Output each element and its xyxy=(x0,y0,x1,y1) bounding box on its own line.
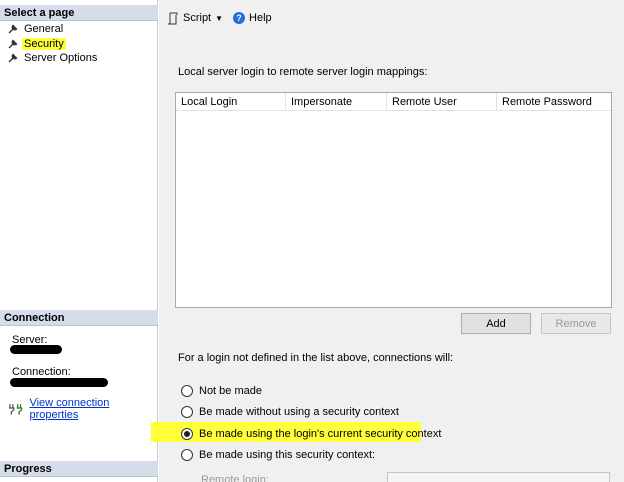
page-item-security[interactable]: Security xyxy=(8,37,66,51)
connection-label: Connection: xyxy=(12,366,71,378)
radio-not-be-made[interactable]: Not be made xyxy=(181,383,262,399)
column-header-remote-password[interactable]: Remote Password xyxy=(497,93,611,110)
help-button[interactable]: ? Help xyxy=(233,12,272,24)
remote-login-label: Remote login: xyxy=(201,474,269,482)
redacted-connection-name xyxy=(10,378,108,387)
left-panel: Select a page General Security Server Op… xyxy=(0,0,158,482)
grid-header: Local Login Impersonate Remote User Remo… xyxy=(176,93,611,111)
page-item-label: General xyxy=(24,23,64,35)
radio-label: Be made using the login's current securi… xyxy=(199,428,442,440)
column-header-remote-user[interactable]: Remote User xyxy=(387,93,497,110)
undefined-logins-label: For a login not defined in the list abov… xyxy=(178,352,454,364)
wrench-icon xyxy=(8,53,18,63)
script-icon xyxy=(168,12,178,24)
remote-login-input[interactable] xyxy=(387,472,610,482)
script-button[interactable]: Script ▼ xyxy=(167,12,223,25)
column-header-local-login[interactable]: Local Login xyxy=(176,93,286,110)
script-label: Script xyxy=(183,12,212,24)
wrench-icon xyxy=(8,39,18,49)
wrench-icon xyxy=(8,24,18,34)
radio-label: Not be made xyxy=(199,385,262,397)
page-item-label: Security xyxy=(22,38,66,50)
radio-button[interactable] xyxy=(181,428,193,440)
radio-button[interactable] xyxy=(181,449,193,461)
radio-button[interactable] xyxy=(181,385,193,397)
radio-this-security-context[interactable]: Be made using this security context: xyxy=(181,447,375,463)
remove-button[interactable]: Remove xyxy=(541,313,611,334)
radio-without-security-context[interactable]: Be made without using a security context xyxy=(181,404,399,420)
connection-header: Connection xyxy=(0,310,158,326)
page-item-general[interactable]: General xyxy=(8,22,65,36)
add-button[interactable]: Add xyxy=(461,313,531,334)
redacted-server-name xyxy=(10,345,62,354)
chevron-down-icon[interactable]: ▼ xyxy=(215,14,223,23)
page-item-label: Server Options xyxy=(24,52,98,64)
radio-button[interactable] xyxy=(181,406,193,418)
mappings-label: Local server login to remote server logi… xyxy=(178,66,428,78)
toolbar: Script ▼ ? Help xyxy=(159,0,624,36)
view-connection-properties-row: View connection properties xyxy=(8,397,157,421)
login-mappings-grid[interactable]: Local Login Impersonate Remote User Remo… xyxy=(175,92,612,308)
column-header-impersonate[interactable]: Impersonate xyxy=(286,93,387,110)
help-icon: ? xyxy=(233,12,246,24)
view-connection-properties-link[interactable]: View connection properties xyxy=(29,397,157,421)
progress-header: Progress xyxy=(0,461,158,477)
select-page-header: Select a page xyxy=(0,5,158,21)
radio-current-security-context[interactable]: Be made using the login's current securi… xyxy=(181,426,441,442)
page-item-server-options[interactable]: Server Options xyxy=(8,51,99,65)
main-panel: Script ▼ ? Help Local server login to re… xyxy=(151,0,624,482)
radio-label: Be made without using a security context xyxy=(199,406,399,418)
radio-label: Be made using this security context: xyxy=(199,449,376,461)
connection-properties-icon xyxy=(8,404,23,415)
help-label: Help xyxy=(249,12,272,24)
